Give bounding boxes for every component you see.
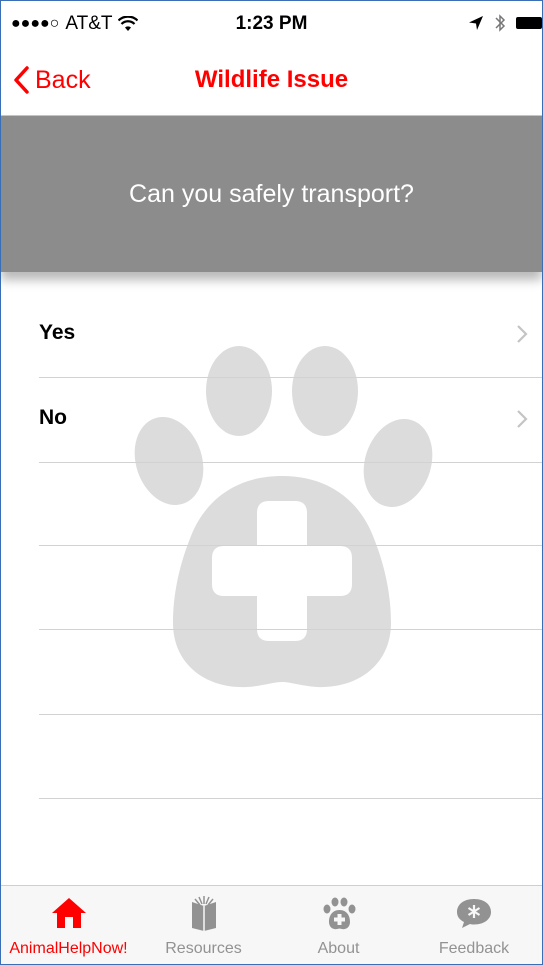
app-frame: ●●●●○ AT&T 1:23 PM Back Wildlife Issue C… [0,0,543,965]
empty-row-divider [39,798,542,799]
tab-label: AnimalHelpNow! [9,940,128,957]
tab-feedback[interactable]: Feedback [406,886,542,964]
paw-watermark-icon [134,346,433,688]
speech-bubble-icon [457,899,491,928]
tab-label: Feedback [438,940,510,957]
tab-resources[interactable]: Resources [136,886,271,964]
empty-row-divider [39,629,542,630]
chevron-right-icon [517,410,528,428]
tab-label: Resources [165,940,242,957]
paw-cross-icon [323,897,355,930]
tab-about[interactable]: About [271,886,406,964]
tab-bar: AnimalHelpNow! Resources About Feedback [1,885,542,964]
empty-row-divider [39,545,542,546]
house-icon [51,898,86,928]
tab-animalhelpnow[interactable]: AnimalHelpNow! [1,886,136,964]
empty-row-divider [39,714,542,715]
chevron-right-icon [517,325,528,343]
tab-label: About [317,940,360,957]
option-no[interactable]: No [39,378,542,463]
option-label: Yes [39,321,76,344]
book-icon [191,896,216,931]
option-label: No [39,406,67,429]
option-yes[interactable]: Yes [39,293,542,378]
